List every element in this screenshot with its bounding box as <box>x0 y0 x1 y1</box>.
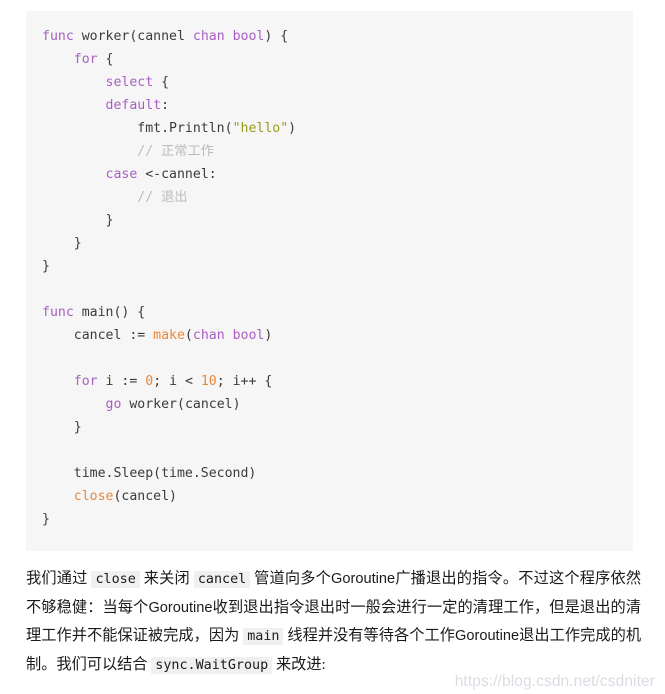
code-token: for <box>73 374 98 389</box>
code-token: } <box>42 420 82 435</box>
prose-text: 我们通过 <box>26 570 92 587</box>
latin-term: Goroutine <box>455 628 520 644</box>
code-token: go <box>105 397 122 412</box>
code-line: for i := 0; i < 10; i++ { <box>42 370 633 393</box>
code-token: chan bool <box>192 29 265 44</box>
code-line: } <box>42 255 633 278</box>
prose-text: 线程并没有等待各个工作 <box>283 627 455 644</box>
code-token: : <box>161 98 170 113</box>
code-token: { <box>153 75 170 90</box>
code-token: { <box>97 52 114 67</box>
code-line: fmt.Println("hello") <box>42 117 633 140</box>
inline-code: sync.WaitGroup <box>151 656 273 674</box>
code-line: default: <box>42 94 633 117</box>
code-line: time.Sleep(time.Second) <box>42 462 633 485</box>
inline-code: main <box>243 628 284 645</box>
code-token: 10 <box>200 374 217 389</box>
code-token: 0 <box>145 374 154 389</box>
code-token: func <box>42 305 74 320</box>
code-token: (cancel) <box>113 489 177 504</box>
code-line: case <-cannel: <box>42 163 633 186</box>
code-token: fmt.Println( <box>42 121 233 136</box>
code-token: default <box>105 98 162 113</box>
inline-code: cancel <box>193 571 251 588</box>
code-line: } <box>42 508 633 531</box>
code-token: close <box>73 489 114 504</box>
code-token: main() { <box>73 305 146 320</box>
code-line: select { <box>42 71 633 94</box>
prose-text: 管道向多个 <box>250 570 332 587</box>
code-block: func worker(cannel chan bool) { for { se… <box>26 11 633 551</box>
code-token: // 退出 <box>137 190 188 205</box>
code-token: select <box>105 75 154 90</box>
code-line: // 退出 <box>42 186 633 209</box>
code-line: go worker(cancel) <box>42 393 633 416</box>
code-line: cancel := make(chan bool) <box>42 324 633 347</box>
code-token: ) { <box>264 29 289 44</box>
code-line: close(cancel) <box>42 485 633 508</box>
code-token: cannel <box>137 29 193 44</box>
code-token: "hello" <box>232 121 289 136</box>
code-token: // 正常工作 <box>137 144 214 159</box>
code-token: i := <box>97 374 146 389</box>
code-line: // 正常工作 <box>42 140 633 163</box>
code-line: for { <box>42 48 633 71</box>
code-token: <-cannel: <box>137 167 217 182</box>
code-token: ; i < <box>153 374 201 389</box>
code-token: ; i++ { <box>216 374 273 389</box>
latin-term: Goroutine <box>331 571 396 587</box>
code-line: } <box>42 416 633 439</box>
code-token: time.Sleep(time.Second) <box>42 466 257 481</box>
code-token: chan bool <box>192 328 265 343</box>
prose-text: 来改进: <box>272 655 326 673</box>
prose-paragraph: 我们通过 close 来关闭 cancel 管道向多个Goroutine广播退出… <box>26 565 641 679</box>
code-token: worker( <box>73 29 138 44</box>
code-token: ) <box>288 121 297 136</box>
code-token: make <box>153 328 185 343</box>
code-line: func main() { <box>42 301 633 324</box>
code-token: case <box>105 167 138 182</box>
code-token: } <box>42 259 50 274</box>
code-token: } <box>42 236 82 251</box>
code-token: ) <box>264 328 273 343</box>
code-line: func worker(cannel chan bool) { <box>42 25 633 48</box>
inline-code: close <box>91 571 140 588</box>
code-token: } <box>42 213 114 228</box>
code-lines[interactable]: func worker(cannel chan bool) { for { se… <box>26 25 633 531</box>
watermark: https://blog.csdn.net/csdniter <box>454 673 655 690</box>
code-line: } <box>42 232 633 255</box>
latin-term: Goroutine <box>148 599 213 616</box>
code-token: ( <box>184 328 193 343</box>
prose-text: 来关闭 <box>139 570 194 587</box>
code-token: cancel := <box>42 328 154 343</box>
code-token: worker(cancel) <box>121 397 241 412</box>
code-token: for <box>73 52 98 67</box>
code-token: func <box>42 29 74 44</box>
code-line: } <box>42 209 633 232</box>
code-token: } <box>42 512 50 527</box>
